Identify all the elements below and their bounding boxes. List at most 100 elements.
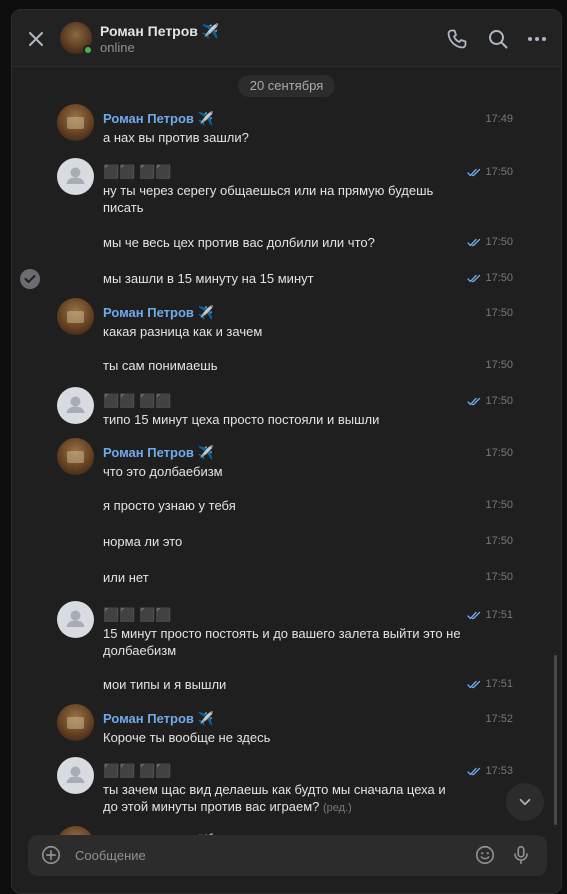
message-author[interactable]: Роман Петров ✈️ [103,305,214,321]
message-body: что это долбаебизм [103,464,223,479]
message-text: Короче ты вообще не здесь [103,729,463,746]
message-author[interactable]: Роман Петров ✈️ [103,111,214,127]
message-author[interactable]: Роман Петров ✈️ [103,711,214,727]
check-icon [24,275,36,283]
scroll-down-button[interactable] [506,783,544,821]
message-text: мои типы и я вышли [103,676,463,693]
message-body: 15 минут просто постоять и до вашего зал… [103,626,461,658]
message-time: 17:50 [485,571,513,583]
read-ticks-icon [467,611,481,619]
message-text: какая разница как и зачем [103,323,463,340]
message-time-label: 17:50 [485,236,513,248]
message-time-label: 17:50 [485,395,513,407]
message-author[interactable]: ⬛⬛ ⬛⬛ [103,763,171,779]
avatar[interactable] [57,704,94,741]
message-time: 17:51 [467,609,513,621]
message-list: Роман Петров ✈️ а нах вы против зашли? 17:… [12,10,561,835]
message-time-label: 17:50 [485,307,513,319]
message-author[interactable]: Роман Петров ✈️ [103,445,214,461]
message-time-label: 17:50 [485,571,513,583]
read-ticks-icon [467,680,481,688]
avatar[interactable] [57,438,94,475]
message-text: ты зачем щас вид делаешь как будто мы сн… [103,781,463,817]
avatar[interactable] [57,757,94,794]
select-message-checkbox[interactable] [20,269,40,289]
message-body: или нет [103,570,149,585]
message-time-label: 17:50 [485,447,513,459]
message-author[interactable]: ⬛⬛ ⬛⬛ [103,164,171,180]
message-author[interactable]: ⬛⬛ ⬛⬛ [103,607,171,623]
message-time: 17:50 [485,499,513,511]
chat-window: Роман Петров ✈️ online 20 сентября Роман… [11,9,562,894]
message-text: мы че весь цех против вас долбили или чт… [103,234,463,251]
message-time-label: 17:50 [485,166,513,178]
user-icon [66,766,85,783]
read-ticks-icon [467,397,481,405]
avatar[interactable] [57,158,94,195]
message-time: 17:50 [485,359,513,371]
user-icon [66,396,85,413]
message-time: 17:50 [485,535,513,547]
message-time: 17:53 [467,765,513,777]
edited-label: (ред.) [323,802,352,814]
message-time: 17:52 [485,713,513,725]
microphone-icon[interactable] [510,844,532,866]
message-time-label: 17:51 [485,609,513,621]
user-icon [66,167,85,184]
message-time-label: 17:53 [485,765,513,777]
message-text: а нах вы против зашли? [103,129,463,146]
message-time-label: 17:50 [485,272,513,284]
avatar[interactable] [57,601,94,638]
message-body: Короче ты вообще не здесь [103,730,271,745]
message-time-label: 17:50 [485,535,513,547]
message-body: а нах вы против зашли? [103,130,249,145]
message-text: ну ты через серегу общаешься или на прям… [103,182,463,216]
read-ticks-icon [467,168,481,176]
message-body: какая разница как и зачем [103,324,263,339]
message-text: норма ли это [103,533,463,550]
message-text: ты сам понимаешь [103,357,463,374]
message-text: или нет [103,569,463,586]
read-ticks-icon [467,238,481,246]
message-body: ты зачем щас вид делаешь как будто мы сн… [103,782,446,814]
message-body: типо 15 минут цеха просто постояли и выш… [103,412,380,427]
avatar[interactable] [57,104,94,141]
message-body: мы зашли в 15 минуту на 15 минут [103,271,314,286]
avatar[interactable] [57,298,94,335]
message-composer [28,835,547,876]
chevron-down-icon [519,798,531,806]
message-time-label: 17:51 [485,678,513,690]
message-text: 15 минут просто постоять и до вашего зал… [103,625,463,659]
smile-icon[interactable] [474,844,496,866]
avatar[interactable] [57,826,94,835]
message-input[interactable] [75,845,455,865]
message-time: 17:51 [467,678,513,690]
message-author[interactable]: ⬛⬛ ⬛⬛ [103,393,171,409]
message-time: 17:50 [485,447,513,459]
message-time: 17:50 [485,307,513,319]
message-body: ну ты через серегу общаешься или на прям… [103,183,434,215]
message-time: 17:50 [467,236,513,248]
message-text: типо 15 минут цеха просто постояли и выш… [103,411,463,428]
message-time: 17:50 [467,395,513,407]
message-text: что это долбаебизм [103,463,463,480]
message-time-label: 17:52 [485,713,513,725]
message-time-label: 17:49 [485,113,513,125]
message-body: я просто узнаю у тебя [103,498,236,513]
message-text: я просто узнаю у тебя [103,497,463,514]
scrollbar[interactable] [554,655,557,825]
message-body: норма ли это [103,534,183,549]
message-time: 17:50 [467,272,513,284]
message-body: мы че весь цех против вас долбили или чт… [103,235,375,250]
message-time-label: 17:50 [485,499,513,511]
message-text: мы зашли в 15 минуту на 15 минут [103,270,463,287]
avatar[interactable] [57,387,94,424]
message-body: ты сам понимаешь [103,358,218,373]
message-time-label: 17:50 [485,359,513,371]
message-body: мои типы и я вышли [103,677,227,692]
read-ticks-icon [467,274,481,282]
user-icon [66,610,85,627]
message-time: 17:50 [467,166,513,178]
read-ticks-icon [467,767,481,775]
plus-circle-icon[interactable] [40,844,62,866]
